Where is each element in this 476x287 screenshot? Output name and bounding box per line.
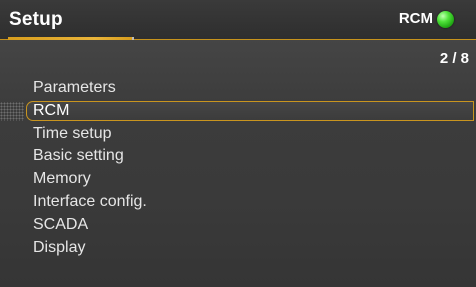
- menu-item-time-setup[interactable]: Time setup: [0, 123, 476, 146]
- menu-item-rcm[interactable]: RCM: [0, 100, 476, 123]
- menu-item-memory[interactable]: Memory: [0, 168, 476, 191]
- menu-item-label: Time setup: [33, 124, 112, 142]
- menu-item-label: Display: [33, 238, 86, 256]
- active-tab-indicator: [8, 37, 132, 40]
- page-counter: 2 / 8: [439, 50, 469, 67]
- status-led-icon: [437, 11, 454, 28]
- tab-notch: [132, 37, 134, 40]
- status-label: RCM: [398, 10, 433, 27]
- menu-item-label: Parameters: [33, 79, 116, 96]
- selection-highlight: [26, 100, 474, 121]
- title-bar: Setup RCM: [0, 0, 476, 40]
- menu-item-interface-config[interactable]: Interface config.: [0, 191, 476, 214]
- setup-screen: Setup RCM 2 / 8 Parameters RCM Time setu…: [0, 0, 476, 287]
- menu-item-label: Interface config.: [33, 192, 147, 210]
- setup-menu: Parameters RCM Time setup Basic setting …: [0, 77, 476, 259]
- menu-item-label: SCADA: [33, 215, 89, 233]
- selection-dots-icon: [0, 101, 24, 121]
- menu-item-parameters[interactable]: Parameters: [0, 77, 476, 100]
- menu-item-label: Memory: [33, 170, 91, 188]
- menu-item-scada[interactable]: SCADA: [0, 214, 476, 237]
- menu-item-basic-setting[interactable]: Basic setting: [0, 145, 476, 168]
- menu-item-label: RCM: [33, 101, 70, 119]
- menu-item-display[interactable]: Display: [0, 237, 476, 260]
- page-title: Setup: [9, 9, 63, 30]
- menu-item-label: Basic setting: [33, 147, 124, 165]
